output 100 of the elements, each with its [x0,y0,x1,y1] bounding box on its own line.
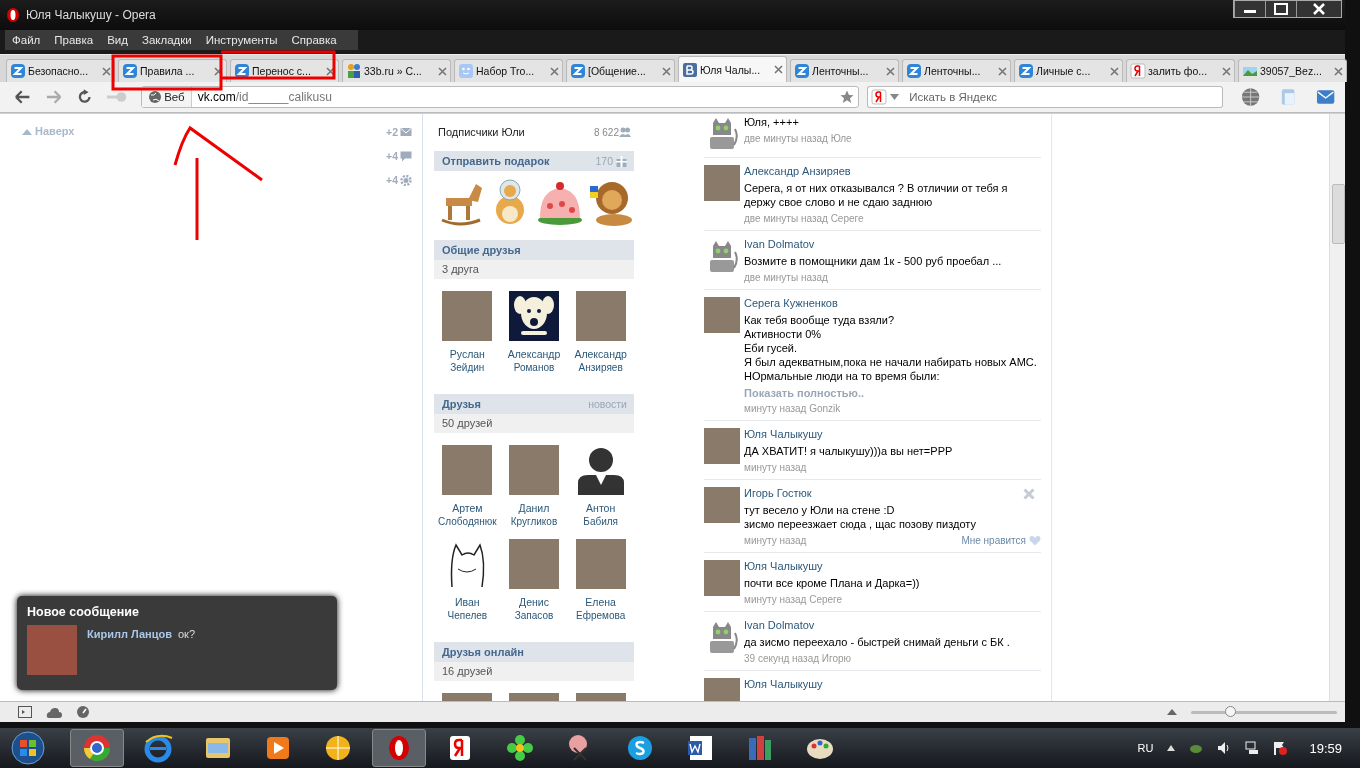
up-arrow-icon[interactable] [1167,745,1176,751]
author-link[interactable]: Юля Чалыкушу [744,428,1041,440]
z-logo-icon [570,63,586,79]
section-header[interactable]: Общие друзья [434,240,634,260]
menu-item[interactable]: Файл [5,34,48,46]
star-icon[interactable] [840,90,855,104]
friend-surname[interactable]: Запасов [514,609,554,622]
gift-icon [616,155,627,167]
vk-logo-icon [682,61,698,78]
close-icon[interactable] [550,66,559,76]
person-silhouette-icon[interactable] [575,445,626,495]
friend-surname[interactable]: Кругликов [510,515,558,528]
close-icon[interactable] [662,66,671,76]
friend-name[interactable]: Артем [452,502,483,515]
mail-icon[interactable] [1315,88,1335,106]
menu-item[interactable]: Справка [284,34,344,46]
language-indicator[interactable]: RU [1137,742,1154,754]
key-icon[interactable] [106,90,128,104]
friend-name[interactable]: Александр [574,348,627,361]
turtle-icon[interactable] [1189,742,1204,754]
friend-name[interactable]: Александр [507,348,561,361]
section-header[interactable]: Друзья новости [434,394,634,414]
friend-surname[interactable]: Романов [513,361,555,374]
z-logo-icon [906,63,922,79]
friend-name[interactable]: Елена [585,596,616,609]
friend-surname[interactable]: Чепелев [447,609,488,622]
close-icon[interactable] [886,66,895,76]
start-button[interactable] [8,730,48,766]
friend-surname[interactable]: Ефремова [576,609,626,622]
close-icon[interactable] [214,66,223,76]
close-icon[interactable] [998,66,1007,76]
browser-tab[interactable]: 33b.ru » С... [342,59,451,82]
opera-logo-icon [6,7,20,23]
friend-name[interactable]: Денис [519,596,549,609]
cloud-icon[interactable] [46,706,62,718]
message-notification[interactable]: Новое сообщение Кирилл Ланцов ок? [17,596,337,690]
friend-surname[interactable]: Бабиля [583,515,618,528]
friend-surname[interactable]: Зейдин [450,361,485,374]
close-icon[interactable] [1222,66,1231,76]
panel-icon[interactable] [18,706,32,718]
photo-placeholder [704,487,740,523]
author-link[interactable]: Серега Кужненков [744,297,1041,309]
author-link[interactable]: Ivan Dolmatov [744,238,1041,250]
browser-tab[interactable]: залить фо... [1126,59,1235,82]
speedometer-icon[interactable] [76,705,90,719]
section-header[interactable]: Отправить подарок 170 [434,151,634,171]
chrome-like-icon[interactable] [70,729,124,767]
dog-logo-icon[interactable] [509,291,559,341]
menu-item[interactable]: Правка [47,34,101,46]
sender-link[interactable]: Кирилл Ланцов [87,628,172,640]
menu-item[interactable]: Вид [100,34,135,46]
menu-item[interactable]: Инструменты [198,34,285,46]
friend-surname[interactable]: Анзиряев [578,361,623,374]
friends-count: 16 друзей [434,662,634,681]
browser-tab[interactable]: Ленточны... [790,59,899,82]
speaker-icon[interactable] [1217,741,1232,755]
browser-tab[interactable]: Правила ... [118,59,227,82]
close-icon[interactable] [1334,66,1343,76]
like-button[interactable]: Мне нравится [961,535,1041,546]
menu-item[interactable]: Закладки [134,34,199,46]
friend-name[interactable]: Данил [518,502,550,515]
browser-tab[interactable]: 39057_Bez... [1238,59,1347,82]
close-icon[interactable] [774,65,783,74]
author-link[interactable]: Александр Анзиряев [744,165,1041,177]
flag-error-icon[interactable] [1273,741,1288,755]
author-link[interactable]: Ivan Dolmatov [744,619,1041,631]
slider-thumb[interactable] [1225,705,1237,717]
close-icon[interactable] [1110,66,1119,76]
browser-tab[interactable]: Личные с... [1014,59,1123,82]
post-text: Как тебя вообще туда взяли? Активности 0% Еби гусей. Я был адекватным,пока не начали набирать новых АМС. НОрмальные люди на то время были: [744,313,1038,383]
browser-tab[interactable]: Набор Tro... [454,59,563,82]
browser-tab[interactable]: Юля Чалы... [678,56,787,82]
scrollbar-thumb[interactable] [1332,184,1345,244]
close-icon[interactable] [438,66,447,76]
yandex-logo-icon [1130,63,1146,79]
browser-tab[interactable]: Ленточны... [902,59,1011,82]
up-arrow-icon[interactable] [1167,709,1177,715]
author-link[interactable]: Игорь Гостюк [744,487,1041,499]
subscribers-link[interactable]: Подписчики Юли [438,126,525,138]
friend-name[interactable]: Антон [586,502,616,515]
opera-logo-icon[interactable] [372,729,426,767]
network-icon[interactable] [1245,741,1260,755]
scrollbar[interactable] [1329,114,1345,701]
address-field[interactable]: Веб vk.com/id______calikusu [141,86,860,108]
close-icon[interactable] [102,66,111,76]
clock-time[interactable]: 19:59 [1309,740,1342,756]
reload-icon[interactable] [76,89,92,105]
section-header[interactable]: Друзья онлайн [434,642,634,662]
friend-surname[interactable]: Слободянюк [438,515,497,528]
friend-name[interactable]: Руслан [449,348,485,361]
back-icon[interactable] [14,89,32,105]
author-link[interactable]: Юля Чалыкушу [744,560,1041,572]
browser-tab[interactable]: Безопасно... [6,59,115,82]
author-link[interactable]: Юля Чалыкушу [744,678,1041,690]
post-text: Серега, я от них отказывался ? В отличии от тебя я держу свое слово и не сдаю заднюю [744,181,1009,209]
close-icon[interactable] [326,66,335,76]
friend-name[interactable]: Иван [455,596,480,609]
browser-tab[interactable]: [Общение... [566,59,675,82]
web-mode-button[interactable]: Веб [142,87,192,107]
post-text: тут весело у Юли на стене :D зисмо переезжает сюда , щас позову пиздоту [744,503,977,531]
